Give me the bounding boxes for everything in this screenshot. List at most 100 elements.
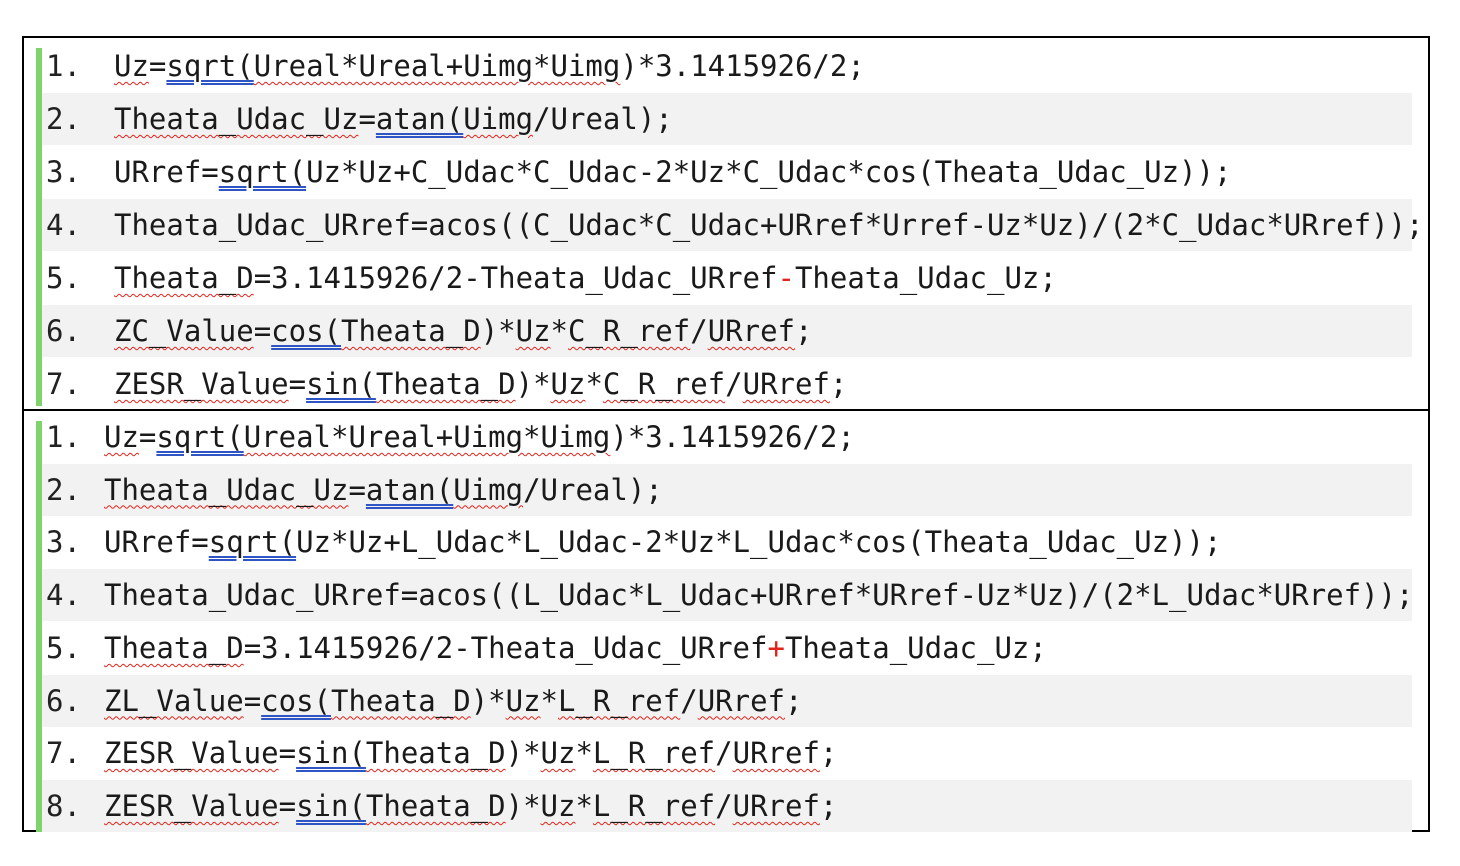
code-text: Theata_D=3.1415926/2-Theata_Udac_URref+T… [104,622,1047,674]
code-token: Uz*Uz+L_Udac*L_Udac-2*Uz*L_Udac*cos(Thea… [296,525,1222,560]
code-token: sin( [296,788,366,823]
code-text: Uz=sqrt(Ureal*Ureal+Uimg*Uimg)*3.1415926… [104,411,855,463]
code-token: /Ureal); [533,102,673,136]
code-token: Uz [505,683,541,718]
code-token: /Ureal); [523,472,663,507]
code-token: ; [829,367,848,401]
code-line: 6. ZL_Value=cos(Theata_D)*Uz*L_R_ref/URre… [42,674,1412,727]
code-text: URref=sqrt(Uz*Uz+L_Udac*L_Udac-2*Uz*L_Ud… [104,516,1221,568]
highlighted-operator: + [767,630,785,665]
code-token: = [358,102,376,136]
line-number: 5. [46,630,81,665]
code-text: ZESR_Value=sin(Theata_D)*Uz*L_R_ref/URre… [104,727,837,779]
line-number: 7. [46,367,81,401]
code-line: 7. ZESR_Value=sin(Theata_D)*Uz*C_R_ref/UR… [42,358,1412,410]
code-token: Theata_D [365,788,506,823]
code-token: )* [480,314,516,348]
line-number: 2. [46,102,81,136]
code-token: cos( [261,683,331,718]
code-line: 3. URref=sqrt(Uz*Uz+L_Udac*L_Udac-2*Uz*L_… [42,516,1412,568]
code-token: L_R_ref [592,736,716,771]
code-token: Theata_Udac_Uz; [784,630,1047,665]
code-token: Theata_D [375,367,516,401]
code-token: sqrt( [218,155,307,189]
line-number: 3. [46,525,81,560]
code-token: / [690,314,708,348]
code-token: C_R_ref [602,367,726,401]
code-line: 8. ZESR_Value=sin(Theata_D)*Uz*L_R_ref/UR… [42,779,1412,832]
code-text: Theata_Udac_URref=acos((C_Udac*C_Udac+UR… [114,199,1423,251]
code-token: Uz [540,736,576,771]
line-number: 5. [46,261,81,295]
code-token: Theata_Udac_URref=acos((L_Udac*L_Udac+UR… [104,578,1414,613]
code-block-2: 1. Uz=sqrt(Ureal*Ureal+Uimg*Uimg)*3.14159… [24,409,1428,834]
line-number: 3. [46,155,81,189]
code-token: * [585,367,603,401]
code-token: sqrt( [156,420,244,454]
code-token: = [243,683,262,718]
code-token: = [278,736,297,771]
code-text: ZL_Value=cos(Theata_D)*Uz*L_R_ref/URref; [104,675,802,727]
code-token: ZESR_Value [114,367,289,401]
code-token: Theata_Udac_Uz [114,102,359,136]
code-token: C_R_ref [568,314,691,348]
code-token: = [348,472,366,507]
code-line: 7. ZESR_Value=sin(Theata_D)*Uz*L_R_ref/UR… [42,727,1412,779]
code-token: = [148,49,167,83]
code-token: Theata_Udac_URref=acos((C_Udac*C_Udac+UR… [114,208,1424,242]
code-token: L_R_ref [592,788,716,823]
code-text: Theata_Udac_URref=acos((L_Udac*L_Udac+UR… [104,569,1413,621]
line-number: 2. [46,472,81,507]
code-block-1: 1. Uz=sqrt(Ureal*Ureal+Uimg*Uimg)*3.14159… [24,38,1428,408]
code-line: 1. Uz=sqrt(Ureal*Ureal+Uimg*Uimg)*3.14159… [42,40,1412,92]
line-number: 1. [46,420,81,454]
code-token: )*3.1415926/2; [610,420,855,454]
code-token: )* [515,367,551,401]
line-number: 6. [46,683,81,718]
code-token: / [725,367,743,401]
line-number: 4. [46,208,81,242]
code-token: ; [795,314,813,348]
code-text: ZC_Value=cos(Theata_D)*Uz*C_R_ref/URref; [114,305,812,357]
code-token: / [680,683,698,718]
code-token: )*3.1415926/2; [620,49,865,83]
code-line: 2. Theata_Udac_Uz=atan(Uimg/Ureal); [42,93,1412,145]
code-line: 5. Theata_D=3.1415926/2-Theata_Udac_URref… [42,622,1412,674]
code-token: = [253,314,272,348]
code-token: Uimg [453,472,524,507]
code-table: 1. Uz=sqrt(Ureal*Ureal+Uimg*Uimg)*3.14159… [22,36,1430,832]
code-line: 2. Theata_Udac_Uz=atan(Uimg/Ureal); [42,463,1412,516]
code-token: URref= [104,525,209,560]
code-token: * [575,788,593,823]
code-token: ZC_Value [114,314,254,348]
code-text: URref=sqrt(Uz*Uz+C_Udac*C_Udac-2*Uz*C_Ud… [114,146,1231,198]
code-token: =3.1415926/2-Theata_Udac_URref [243,630,768,665]
code-text: Uz=sqrt(Ureal*Ureal+Uimg*Uimg)*3.1415926… [114,40,865,92]
code-token: sin( [296,736,366,771]
line-number: 1. [46,49,81,83]
code-token: URref [707,314,795,348]
code-token: * [550,314,568,348]
code-token: L_R_ref [558,683,681,718]
code-token: Uz [540,788,576,823]
code-token: = [138,420,157,454]
code-token: Uz [550,367,586,401]
code-line: 5. Theata_D=3.1415926/2-Theata_Udac_URref… [42,252,1412,304]
line-number: 8. [46,788,81,823]
code-token: URref [732,736,820,771]
code-text: Theata_D=3.1415926/2-Theata_Udac_URref-T… [114,252,1057,304]
code-token: / [715,788,733,823]
code-token: atan( [365,472,454,507]
code-token: =3.1415926/2-Theata_Udac_URref [253,261,778,295]
code-token: ZESR_Value [104,788,279,823]
code-token: Theata_D [114,261,254,295]
code-token: URref [697,683,785,718]
code-token: Uimg [463,102,534,136]
code-token: )* [505,788,541,823]
code-token: ZL_Value [104,683,244,718]
code-text: Theata_Udac_Uz=atan(Uimg/Ureal); [114,93,673,145]
code-text: ZESR_Value=sin(Theata_D)*Uz*L_R_ref/URre… [104,780,837,832]
code-token: )* [470,683,506,718]
code-token: ; [819,736,838,771]
code-token: * [575,736,593,771]
